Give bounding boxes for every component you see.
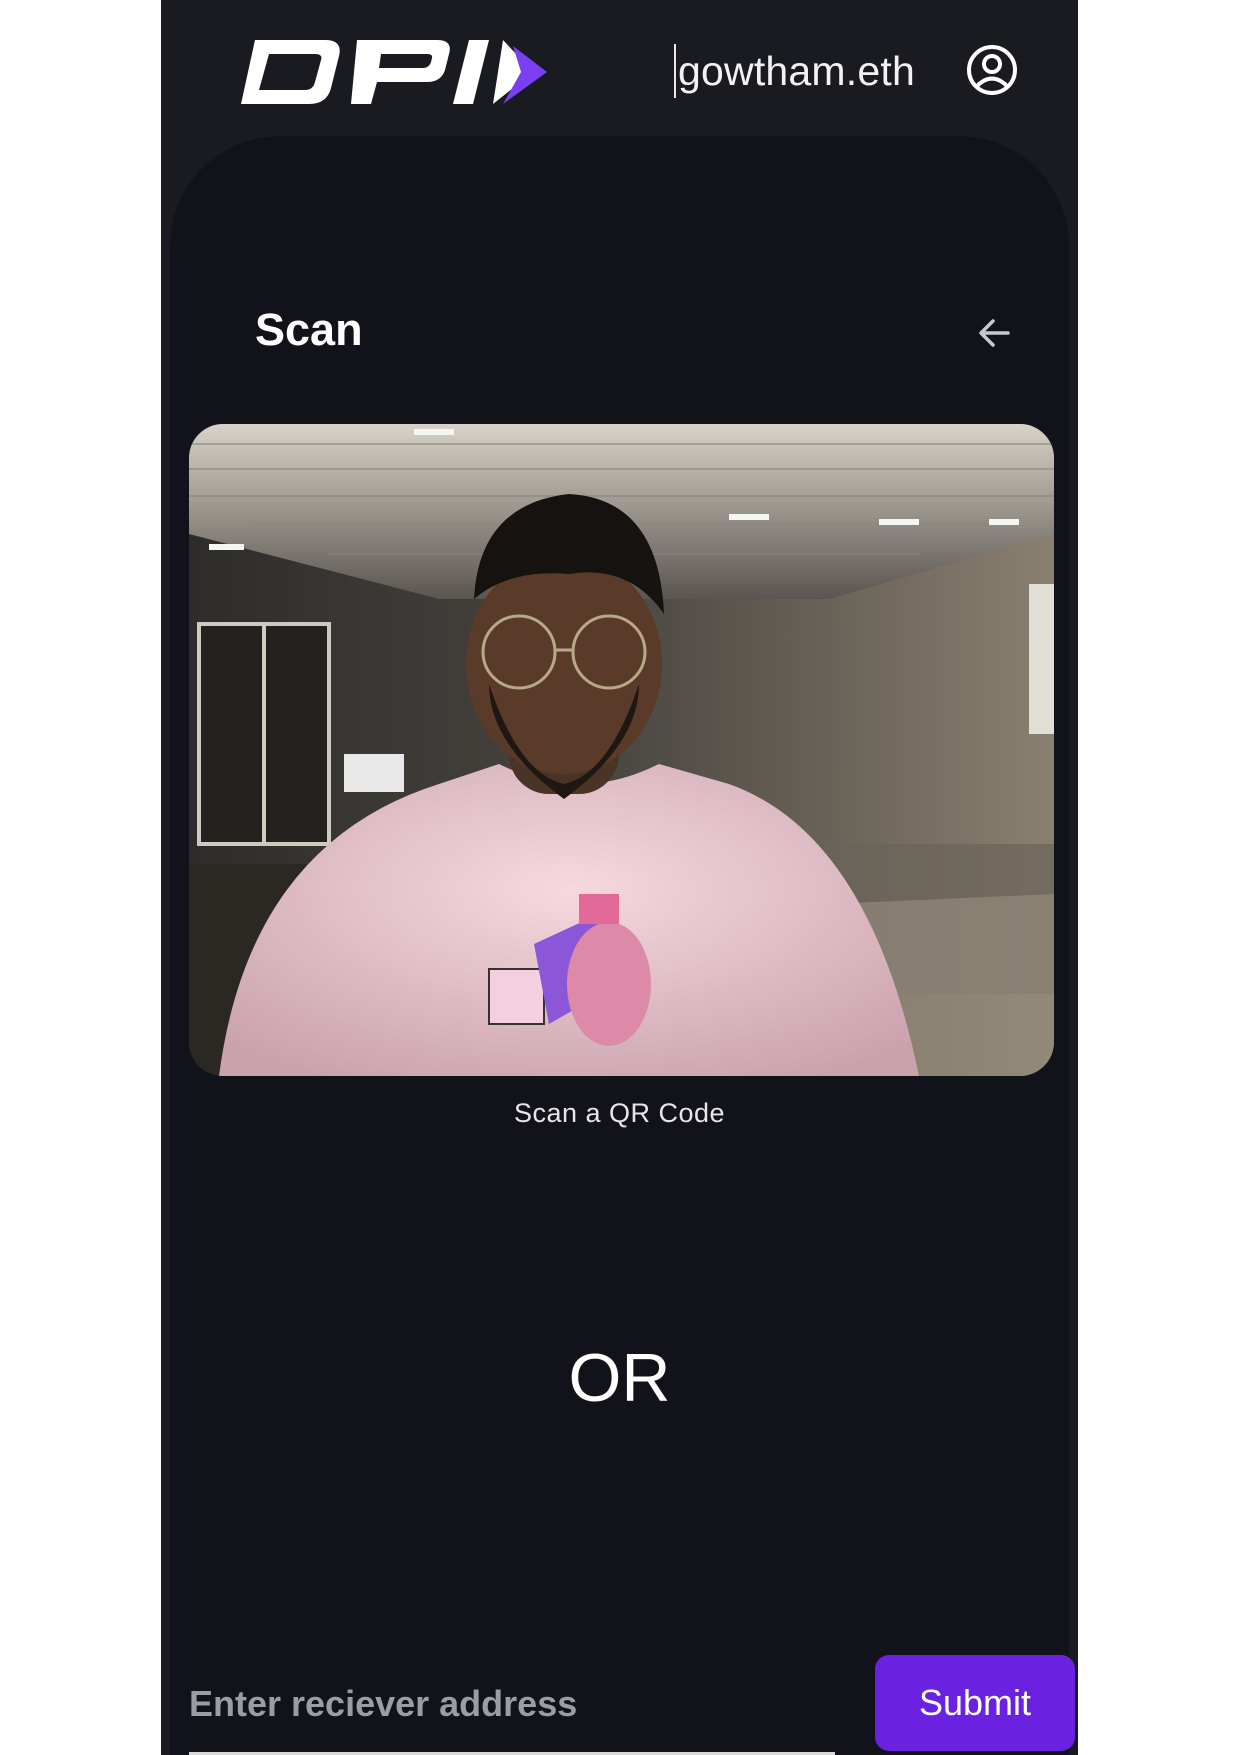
scan-caption: Scan a QR Code <box>513 1098 726 1128</box>
or-divider: OR <box>568 1340 671 1416</box>
text-cursor <box>674 44 676 98</box>
submit-button[interactable]: Submit <box>875 1655 1075 1751</box>
arrow-left-icon[interactable] <box>977 316 1011 350</box>
app-screen: gowtham.eth Scan Scan a QR Code OR Enter… <box>161 0 1078 1755</box>
scan-card: Scan Scan a QR Code OR Enter reciever ad… <box>170 136 1075 1755</box>
camera-preview[interactable] <box>189 424 1054 1076</box>
username-area[interactable]: gowtham.eth <box>674 42 915 100</box>
dpi-logo[interactable] <box>241 40 556 104</box>
user-circle-icon[interactable] <box>966 44 1018 96</box>
page-title: Scan <box>255 304 363 355</box>
top-bar: gowtham.eth <box>161 0 1078 140</box>
camera-feed-image <box>189 424 1054 1076</box>
username: gowtham.eth <box>678 47 915 94</box>
receiver-address-input[interactable] <box>189 1656 835 1755</box>
